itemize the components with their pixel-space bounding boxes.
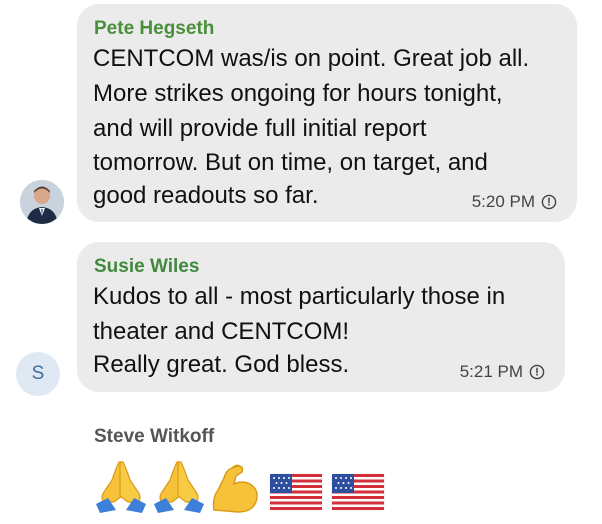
folded-hands-icon bbox=[154, 461, 204, 513]
flexed-biceps-icon bbox=[212, 464, 258, 513]
message-bubble[interactable]: Susie Wiles Kudos to all - most particul… bbox=[77, 242, 565, 392]
avatar[interactable]: S bbox=[16, 352, 60, 396]
message-bubble[interactable]: Pete Hegseth CENTCOM was/is on point. Gr… bbox=[77, 4, 577, 222]
message-text-line: CENTCOM was/is on point. Great job all. bbox=[93, 45, 530, 72]
message-row: Pete Hegseth CENTCOM was/is on point. Gr… bbox=[0, 0, 602, 230]
message-text-line: Really great. God bless. bbox=[93, 351, 350, 378]
avatar-letter: S bbox=[31, 363, 45, 384]
message-text-line: good readouts so far. bbox=[93, 182, 319, 209]
timestamp: 5:20 PM bbox=[472, 192, 557, 212]
sender-name: Pete Hegseth bbox=[94, 18, 215, 39]
emoji-message[interactable] bbox=[92, 458, 390, 514]
clock-icon bbox=[529, 364, 545, 380]
avatar[interactable] bbox=[20, 180, 64, 224]
message-text-line: theater and CENTCOM! bbox=[93, 318, 350, 345]
message-row: S Susie Wiles Kudos to all - most partic… bbox=[0, 238, 602, 398]
sender-name: Susie Wiles bbox=[94, 256, 200, 277]
us-flag-icon bbox=[331, 473, 385, 511]
us-flag-icon bbox=[269, 473, 323, 511]
timestamp-text: 5:21 PM bbox=[459, 362, 523, 381]
timestamp-text: 5:20 PM bbox=[471, 192, 535, 211]
message-text-line: tomorrow. But on time, on target, and bbox=[93, 149, 488, 176]
message-text-line: and will provide full initial report bbox=[93, 115, 427, 142]
message-row: Steve Witkoff bbox=[0, 420, 602, 524]
clock-icon bbox=[541, 194, 557, 210]
message-text-line: Kudos to all - most particularly those i… bbox=[93, 283, 506, 310]
sender-name: Steve Witkoff bbox=[94, 426, 215, 447]
person-photo-icon bbox=[20, 180, 64, 224]
folded-hands-icon bbox=[96, 461, 146, 513]
message-text-line: More strikes ongoing for hours tonight, bbox=[93, 80, 503, 107]
timestamp: 5:21 PM bbox=[460, 362, 545, 382]
